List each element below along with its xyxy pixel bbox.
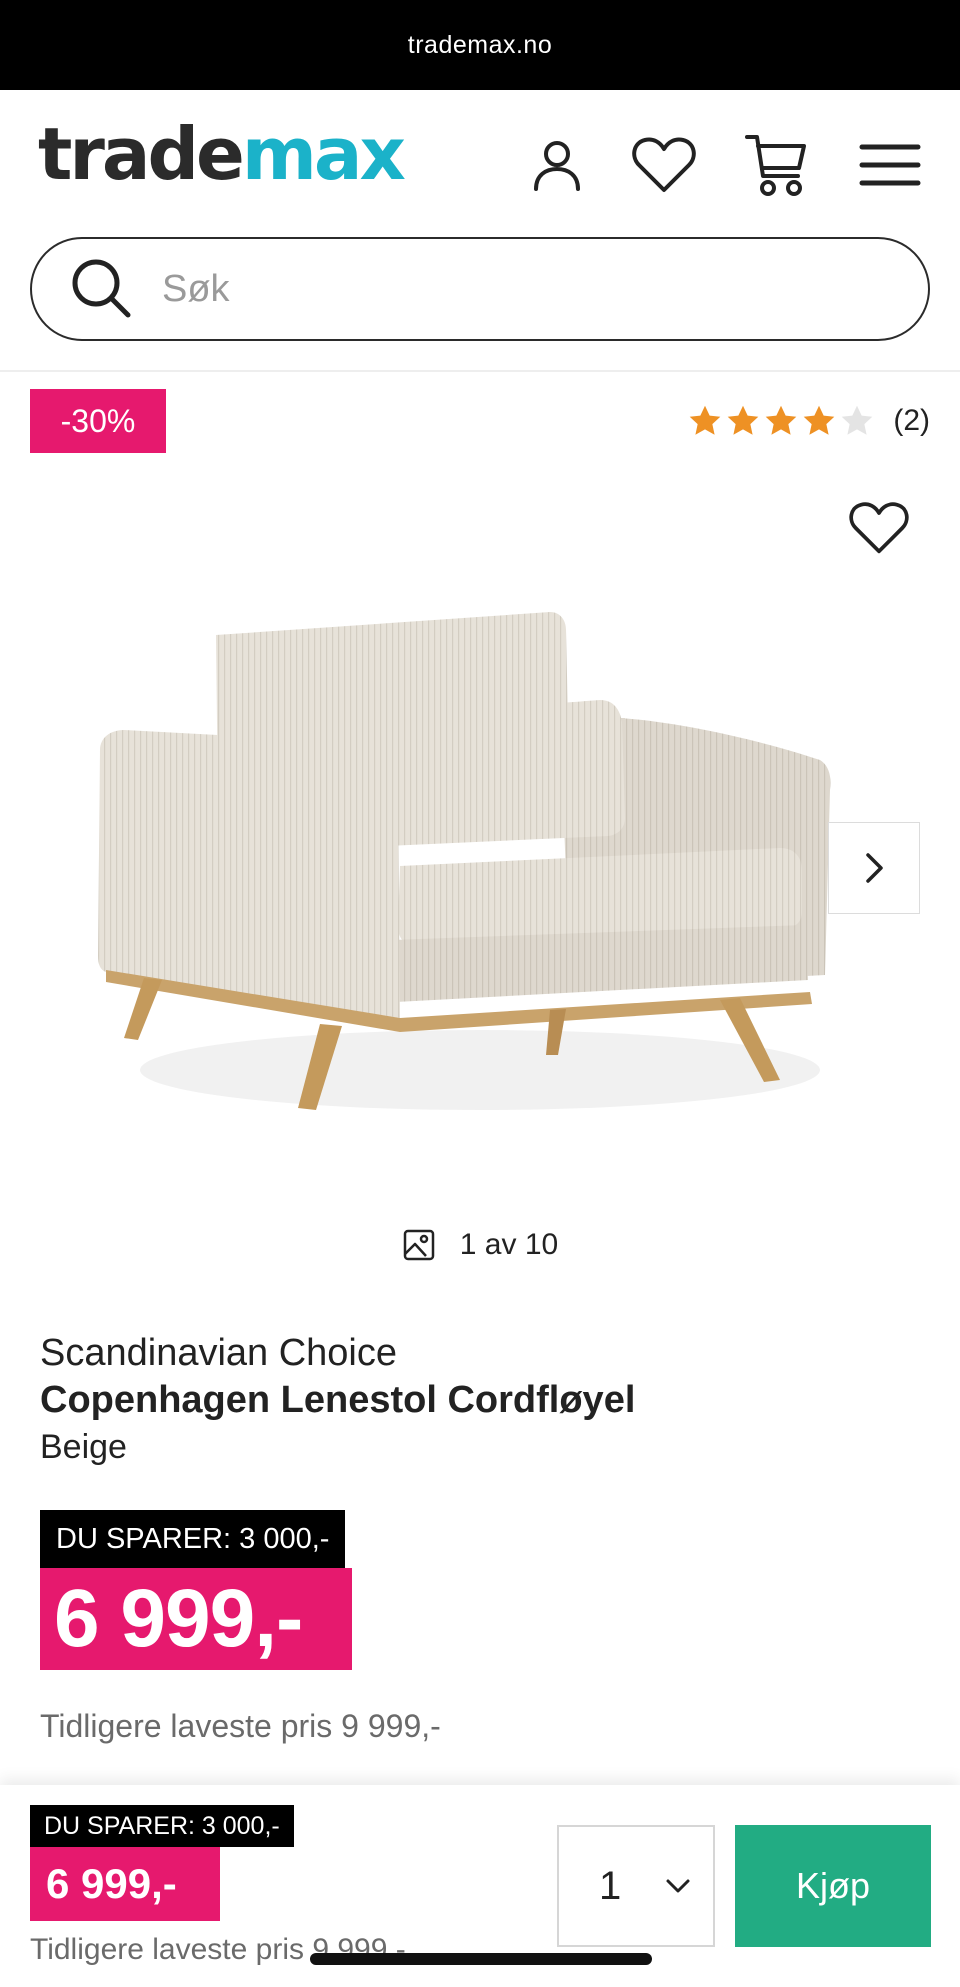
product-brand[interactable]: Scandinavian Choice xyxy=(40,1332,397,1375)
product-price: 6 999,- xyxy=(40,1568,352,1670)
heart-icon[interactable] xyxy=(629,130,699,200)
divider xyxy=(0,370,960,372)
savings-badge: DU SPARER: 3 000,- xyxy=(40,1510,346,1568)
product-image[interactable] xyxy=(80,600,880,1140)
site-header: trademax xyxy=(0,90,960,232)
logo-part-trade: trade xyxy=(38,112,245,196)
url-bar[interactable]: trademax.no xyxy=(0,0,960,90)
review-count: (2) xyxy=(893,404,930,437)
image-counter: 1 av 10 xyxy=(0,1228,960,1262)
url-text: trademax.no xyxy=(407,30,553,59)
chevron-down-icon xyxy=(666,1879,690,1893)
sticky-savings-badge: DU SPARER: 3 000,- xyxy=(30,1805,294,1847)
chevron-right-icon xyxy=(866,853,883,883)
product-name: Copenhagen Lenestol Cordfløyel xyxy=(40,1379,636,1421)
discount-badge: -30% xyxy=(30,389,166,453)
previous-lowest-price: Tidligere laveste pris 9 999,- xyxy=(40,1708,441,1744)
star-filled-icon xyxy=(728,405,759,435)
buy-button[interactable]: Kjøp xyxy=(735,1825,931,1947)
star-filled-icon xyxy=(690,405,721,435)
image-counter-label: 1 av 10 xyxy=(459,1228,559,1261)
logo-part-max: max xyxy=(241,112,406,196)
product-color: Beige xyxy=(40,1428,127,1466)
star-filled-icon xyxy=(804,405,835,435)
next-image-button[interactable] xyxy=(828,822,920,914)
quantity-value: 1 xyxy=(599,1863,622,1908)
rating-stars xyxy=(687,403,875,439)
trademax-logo[interactable]: trademax xyxy=(38,118,406,190)
rating[interactable]: (2) xyxy=(687,398,930,444)
star-empty-icon xyxy=(842,405,873,435)
account-icon[interactable] xyxy=(522,130,592,200)
search-bar[interactable]: Søk xyxy=(30,237,930,341)
cart-icon[interactable] xyxy=(741,130,811,200)
menu-icon[interactable] xyxy=(855,130,925,200)
search-icon xyxy=(72,259,131,318)
sticky-price: 6 999,- xyxy=(30,1847,220,1921)
quantity-select[interactable]: 1 xyxy=(557,1825,715,1947)
home-indicator[interactable] xyxy=(310,1953,652,1965)
star-filled-icon xyxy=(766,405,797,435)
favorite-heart-icon[interactable] xyxy=(848,500,918,566)
search-input[interactable]: Søk xyxy=(162,268,230,311)
image-icon xyxy=(403,1229,435,1261)
